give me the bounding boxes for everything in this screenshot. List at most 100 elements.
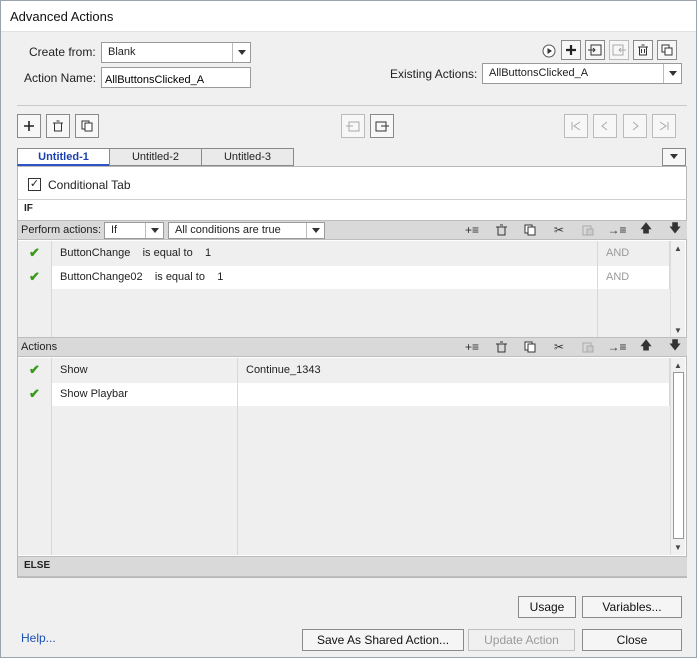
table-row[interactable] [18,502,670,527]
table-row[interactable] [18,454,670,479]
check-icon: ✔ [18,241,52,266]
scroll-up-icon[interactable]: ▲ [671,358,685,372]
insert-action-icon[interactable]: +≡ [463,338,481,355]
add-tab-button[interactable] [17,114,41,138]
move-down-icon[interactable]: 🡇 [666,221,684,238]
conditions-mode-select[interactable]: All conditions are true [168,222,325,239]
create-from-select[interactable]: Blank [101,42,251,63]
add-action-button[interactable] [561,40,581,60]
chevron-down-icon [663,64,681,83]
action-target-cell[interactable]: Continue_1343 [238,358,670,383]
paste-action-icon[interactable] [579,338,597,355]
check-icon: ✔ [18,358,52,383]
copy-tab-button[interactable] [75,114,99,138]
export-tab-button[interactable] [370,114,394,138]
action-target-cell[interactable] [238,382,670,407]
empty-cell [52,502,238,527]
cut-action-icon[interactable]: ✂ [550,338,568,355]
scroll-down-icon[interactable]: ▼ [671,323,685,337]
perform-actions-select[interactable]: If [104,222,164,239]
help-link[interactable]: Help... [21,631,56,645]
table-row[interactable] [18,406,670,431]
tab-untitled-3[interactable]: Untitled-3 [201,148,294,166]
action-cell[interactable]: Show Playbar [52,382,238,407]
condition-value: 1 [217,271,224,283]
else-label: ELSE [24,560,51,571]
action-name-input[interactable] [101,67,251,88]
variables-button[interactable]: Variables... [582,596,682,618]
save-as-shared-action-button[interactable]: Save As Shared Action... [302,629,464,651]
actions-scrollbar[interactable]: ▲ ▼ [670,358,685,555]
scroll-up-icon[interactable]: ▲ [671,241,685,255]
tab-untitled-1[interactable]: Untitled-1 [17,148,110,166]
copy-condition-icon[interactable] [521,221,539,238]
usage-button[interactable]: Usage [518,596,576,618]
update-action-button[interactable]: Update Action [468,629,575,651]
import-button[interactable] [585,40,605,60]
condition-logic[interactable]: AND [598,241,670,266]
scroll-thumb[interactable] [673,372,684,539]
perform-actions-value: If [111,224,118,236]
check-icon: ✔ [18,265,52,290]
first-tab-button[interactable] [564,114,588,138]
cut-condition-icon[interactable]: ✂ [550,221,568,238]
existing-actions-value: AllButtonsClicked_A [489,67,589,79]
action-cell[interactable]: Show [52,358,238,383]
check-icon: ✔ [18,382,52,407]
empty-cell [52,478,238,503]
conditions-scrollbar[interactable]: ▲ ▼ [670,241,685,338]
tab-untitled-2[interactable]: Untitled-2 [109,148,202,166]
duplicate-action-button[interactable] [657,40,677,60]
chevron-down-icon [306,223,324,238]
table-row[interactable]: ✔ Show Playbar [18,382,670,407]
condition-operator: is equal to [142,247,193,259]
delete-action-button[interactable] [633,40,653,60]
delete-condition-icon[interactable] [492,221,510,238]
insert-condition-icon[interactable]: +≡ [463,221,481,238]
tabs-menu-button[interactable] [662,148,686,166]
import-tab-button[interactable] [341,114,365,138]
table-row[interactable] [18,430,670,455]
table-row[interactable]: ✔ ButtonChange02 is equal to 1 AND [18,265,670,290]
table-row[interactable]: ✔ Show Continue_1343 [18,358,670,383]
next-tab-button[interactable] [623,114,647,138]
export-button[interactable] [609,40,629,60]
conditional-tab-checkbox[interactable]: ✓ [28,178,41,191]
divider [17,105,687,106]
move-up-icon[interactable]: 🡅 [637,338,655,355]
table-row[interactable]: ✔ ButtonChange is equal to 1 AND [18,241,670,266]
close-button[interactable]: Close [582,629,682,651]
table-row[interactable] [18,478,670,503]
empty-cell [18,289,52,314]
table-row[interactable] [18,313,670,338]
insert-above-icon[interactable]: →≡ [608,221,627,238]
preview-play-icon[interactable] [539,41,559,61]
delete-tab-button[interactable] [46,114,70,138]
existing-actions-select[interactable]: AllButtonsClicked_A [482,63,682,84]
chevron-down-icon [232,43,250,62]
copy-action-icon[interactable] [521,338,539,355]
condition-logic[interactable]: AND [598,265,670,290]
create-from-label: Create from: [29,45,96,59]
condition-variable: ButtonChange [60,247,131,259]
move-down-icon[interactable]: 🡇 [666,338,684,355]
paste-condition-icon[interactable] [579,221,597,238]
first-icon [571,121,581,131]
move-up-icon[interactable]: 🡅 [637,221,655,238]
previous-tab-button[interactable] [593,114,617,138]
insert-above-icon[interactable]: →≡ [608,338,627,355]
empty-cell [52,526,238,555]
table-row[interactable] [18,526,670,555]
condition-cell[interactable]: ButtonChange is equal to 1 [52,241,598,266]
table-row[interactable] [18,289,670,314]
delete-action-icon[interactable] [492,338,510,355]
actions-label: Actions [21,341,58,353]
last-tab-button[interactable] [652,114,676,138]
scroll-down-icon[interactable]: ▼ [671,540,685,554]
else-bar[interactable]: ELSE [18,556,687,577]
window-title: Advanced Actions [10,9,114,24]
empty-cell [18,502,52,527]
divider [18,199,687,200]
condition-cell[interactable]: ButtonChange02 is equal to 1 [52,265,598,290]
if-label: IF [24,203,33,214]
